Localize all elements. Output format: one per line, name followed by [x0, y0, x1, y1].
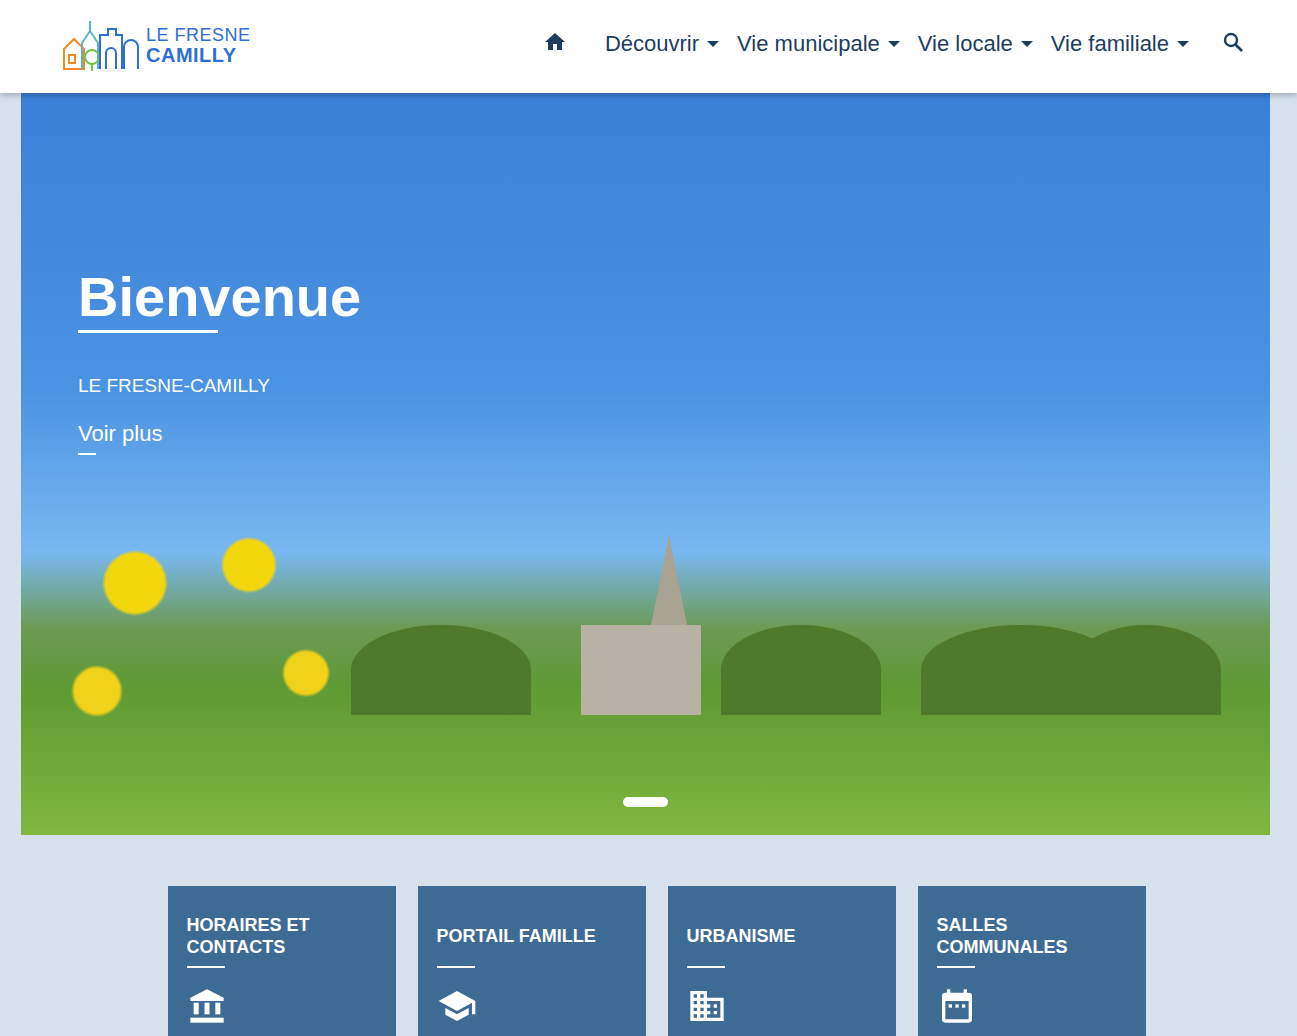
quick-link-card[interactable]: HORAIRES ET CONTACTS [168, 886, 396, 1036]
home-link[interactable] [543, 30, 567, 58]
nav-item[interactable]: Vie locale [918, 31, 1033, 57]
carousel-indicator[interactable] [623, 797, 668, 807]
spire-shape [651, 535, 687, 625]
hero-title: Bienvenue [78, 265, 361, 333]
church-shape [581, 625, 701, 715]
school-icon [437, 986, 477, 1026]
logo-line: LE FRESNE [146, 25, 251, 45]
card-underline [187, 966, 225, 968]
logo-text: LE FRESNECAMILLY [146, 25, 251, 65]
search-button[interactable] [1221, 30, 1245, 58]
card-underline [937, 966, 975, 968]
search-icon [1221, 30, 1245, 54]
card-title: URBANISME [687, 914, 877, 958]
building-icon [687, 986, 727, 1026]
nav-item[interactable]: Vie municipale [737, 31, 900, 57]
nav-label: Découvrir [605, 31, 699, 57]
carousel-indicators [21, 797, 1270, 807]
tree-shape [1071, 625, 1221, 715]
quick-links: HORAIRES ET CONTACTS PORTAIL FAMILLE URBAN… [16, 886, 1297, 1036]
logo-icon [62, 17, 142, 73]
nav-item[interactable]: Vie familiale [1051, 31, 1189, 57]
caret-icon [1021, 41, 1033, 47]
see-more-link[interactable]: Voir plus [78, 421, 361, 455]
flowers-shape [21, 475, 401, 835]
hero-caption: Bienvenue LE FRESNE-CAMILLY Voir plus [78, 265, 361, 455]
logo-line: CAMILLY [146, 45, 251, 65]
quick-link-card[interactable]: URBANISME [668, 886, 896, 1036]
caret-icon [707, 41, 719, 47]
bank-icon [187, 986, 227, 1026]
calendar-icon [937, 986, 977, 1026]
caret-icon [888, 41, 900, 47]
hero-subtitle: LE FRESNE-CAMILLY [78, 375, 361, 397]
card-title: HORAIRES ET CONTACTS [187, 914, 377, 958]
nav-label: Vie familiale [1051, 31, 1169, 57]
nav-item[interactable]: Découvrir [605, 31, 719, 57]
card-title: PORTAIL FAMILLE [437, 914, 627, 958]
home-icon [543, 30, 567, 54]
nav-label: Vie municipale [737, 31, 880, 57]
logo[interactable]: LE FRESNECAMILLY [62, 17, 251, 77]
tree-shape [721, 625, 881, 715]
see-more-label: Voir plus [78, 421, 162, 446]
card-title: SALLES COMMUNALES [937, 914, 1127, 958]
quick-link-card[interactable]: SALLES COMMUNALES [918, 886, 1146, 1036]
hero-photo [21, 93, 1270, 835]
nav-label: Vie locale [918, 31, 1013, 57]
caret-icon [1177, 41, 1189, 47]
quick-link-card[interactable]: PORTAIL FAMILLE [418, 886, 646, 1036]
header: LE FRESNECAMILLY Découvrir Vie municipale V… [0, 0, 1297, 93]
card-underline [437, 966, 475, 968]
card-underline [687, 966, 725, 968]
hero-carousel: Bienvenue LE FRESNE-CAMILLY Voir plus [21, 93, 1270, 835]
main-nav: Découvrir Vie municipale Vie locale Vie fam… [543, 30, 1245, 64]
